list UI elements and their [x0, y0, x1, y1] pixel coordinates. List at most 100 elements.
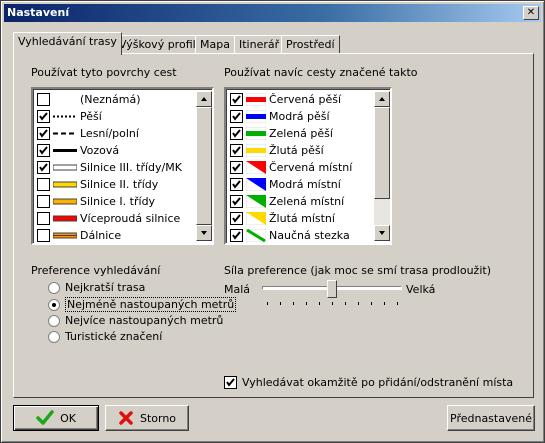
- checkbox[interactable]: [37, 229, 50, 242]
- checkbox[interactable]: [230, 93, 243, 106]
- surfaces-list[interactable]: (Neznámá) Pěší Lesní/polní Vozová Silnice II…: [31, 87, 214, 245]
- tab-panel-route-search: Používat tyto povrchy cest (Neznámá) Pěší…: [13, 53, 534, 398]
- tab-label: Itinerář: [239, 38, 280, 51]
- slider-tick: [384, 302, 385, 305]
- radio-label: Nejvíce nastoupaných metrů: [65, 314, 224, 327]
- item-label: Červená pěší: [269, 93, 341, 106]
- checkmark-icon: [39, 112, 48, 121]
- item-label: Žlutá pěší: [269, 144, 324, 157]
- checkbox[interactable]: [230, 212, 243, 225]
- list-item[interactable]: Víceproudá silnice: [37, 210, 180, 227]
- list-item[interactable]: Silnice I. třídy: [37, 193, 155, 210]
- checkbox[interactable]: [37, 178, 50, 191]
- tab-label: Výškový profil: [119, 38, 196, 51]
- list-item[interactable]: Červená pěší: [230, 91, 341, 108]
- marking-swatch: [246, 93, 266, 106]
- marked-scrollbar[interactable]: [374, 91, 390, 241]
- checkbox[interactable]: [224, 376, 237, 389]
- checkbox[interactable]: [37, 195, 50, 208]
- checkmark-icon: [232, 146, 241, 155]
- radio-label: Turistické značení: [65, 330, 163, 343]
- marked-trails-list[interactable]: Červená pěší Modrá pěší Zelená pěší Žlutá p…: [224, 87, 392, 245]
- list-item[interactable]: Zelená místní: [230, 193, 344, 210]
- radio-most-climb[interactable]: Nejvíce nastoupaných metrů: [48, 314, 223, 327]
- marking-swatch: [246, 110, 266, 123]
- scroll-up-button[interactable]: [374, 91, 390, 107]
- radio-button[interactable]: [48, 281, 60, 294]
- defaults-button[interactable]: Přednastavené: [447, 405, 535, 431]
- list-item[interactable]: Silnice II. třídy: [37, 176, 158, 193]
- radio-least-climb[interactable]: Nejméně nastoupaných metrů: [48, 297, 237, 312]
- checkbox[interactable]: [230, 195, 243, 208]
- surface-swatch: [53, 198, 77, 205]
- checkbox[interactable]: [37, 161, 50, 174]
- slider-thumb[interactable]: [327, 280, 337, 298]
- list-item[interactable]: Zelená pěší: [230, 125, 333, 142]
- list-item[interactable]: Pěší: [37, 108, 102, 125]
- surfaces-scrollbar[interactable]: [196, 91, 212, 241]
- close-icon: ✕: [526, 7, 536, 18]
- list-item[interactable]: Silnice III. třídy/MK: [37, 159, 182, 176]
- checkbox[interactable]: [230, 144, 243, 157]
- tab-route-search[interactable]: Vyhledávání trasy: [13, 32, 122, 55]
- list-item[interactable]: Modrá místní: [230, 176, 341, 193]
- auto-search-checkbox[interactable]: Vyhledávat okamžitě po přidání/odstraněn…: [224, 376, 513, 389]
- item-label: Silnice I. třídy: [80, 195, 156, 208]
- checkbox[interactable]: [37, 110, 50, 123]
- ok-button[interactable]: OK: [13, 405, 99, 431]
- title-bar[interactable]: Nastavení ✕: [4, 4, 541, 22]
- checkmark-icon: [232, 197, 241, 206]
- checkbox[interactable]: [230, 161, 243, 174]
- radio-button[interactable]: [48, 330, 60, 343]
- list-item[interactable]: Naučná stezka: [230, 227, 350, 244]
- checkmark-icon: [232, 129, 241, 138]
- ok-label: OK: [60, 411, 76, 425]
- list-item[interactable]: Žlutá pěší: [230, 142, 324, 159]
- marking-swatch: [246, 144, 266, 157]
- tab-elevation-profile[interactable]: Výškový profil: [114, 35, 201, 54]
- radio-button[interactable]: [48, 298, 60, 311]
- cross-icon: [119, 411, 133, 425]
- surfaces-heading: Používat tyto povrchy cest: [31, 66, 177, 79]
- checkbox[interactable]: [230, 229, 243, 242]
- tab-environment[interactable]: Prostředí: [281, 35, 340, 54]
- cancel-button[interactable]: Storno: [105, 405, 189, 431]
- strength-slider[interactable]: [262, 280, 402, 308]
- scroll-down-button[interactable]: [374, 225, 390, 241]
- surface-swatch: [53, 115, 77, 118]
- list-item[interactable]: Žlutá místní: [230, 210, 335, 227]
- scroll-thumb[interactable]: [374, 107, 390, 199]
- scroll-down-icon: [379, 231, 385, 235]
- checkmark-icon: [232, 163, 241, 172]
- radio-tourist-marking[interactable]: Turistické značení: [48, 330, 162, 343]
- checkbox[interactable]: [37, 127, 50, 140]
- radio-shortest[interactable]: Nejkratší trasa: [48, 281, 145, 294]
- checkbox[interactable]: [230, 110, 243, 123]
- scroll-up-icon: [379, 97, 385, 101]
- scroll-down-button[interactable]: [196, 225, 212, 241]
- slider-tick: [371, 302, 372, 305]
- checkbox[interactable]: [230, 127, 243, 140]
- list-item[interactable]: (Neznámá): [37, 91, 141, 108]
- item-label: Lesní/polní: [80, 127, 139, 140]
- strength-heading: Síla preference (jak moc se smí trasa pr…: [224, 264, 491, 277]
- cancel-label: Storno: [139, 411, 177, 425]
- radio-label: Nejkratší trasa: [65, 281, 146, 294]
- checkbox[interactable]: [37, 93, 50, 106]
- radio-button[interactable]: [48, 314, 60, 327]
- tab-itinerary[interactable]: Itinerář: [234, 35, 285, 54]
- list-item[interactable]: Vozová: [37, 142, 119, 159]
- close-button[interactable]: ✕: [523, 6, 539, 20]
- scroll-thumb[interactable]: [196, 107, 212, 225]
- checkbox[interactable]: [230, 178, 243, 191]
- marking-swatch: [246, 178, 266, 191]
- tab-map[interactable]: Mapa: [195, 35, 235, 54]
- list-item[interactable]: Modrá pěší: [230, 108, 330, 125]
- scroll-up-button[interactable]: [196, 91, 212, 107]
- checkbox[interactable]: [37, 212, 50, 225]
- item-label: (Neznámá): [80, 93, 141, 106]
- list-item[interactable]: Lesní/polní: [37, 125, 139, 142]
- checkbox[interactable]: [37, 144, 50, 157]
- list-item[interactable]: Dálnice: [37, 227, 121, 244]
- list-item[interactable]: Červená místní: [230, 159, 352, 176]
